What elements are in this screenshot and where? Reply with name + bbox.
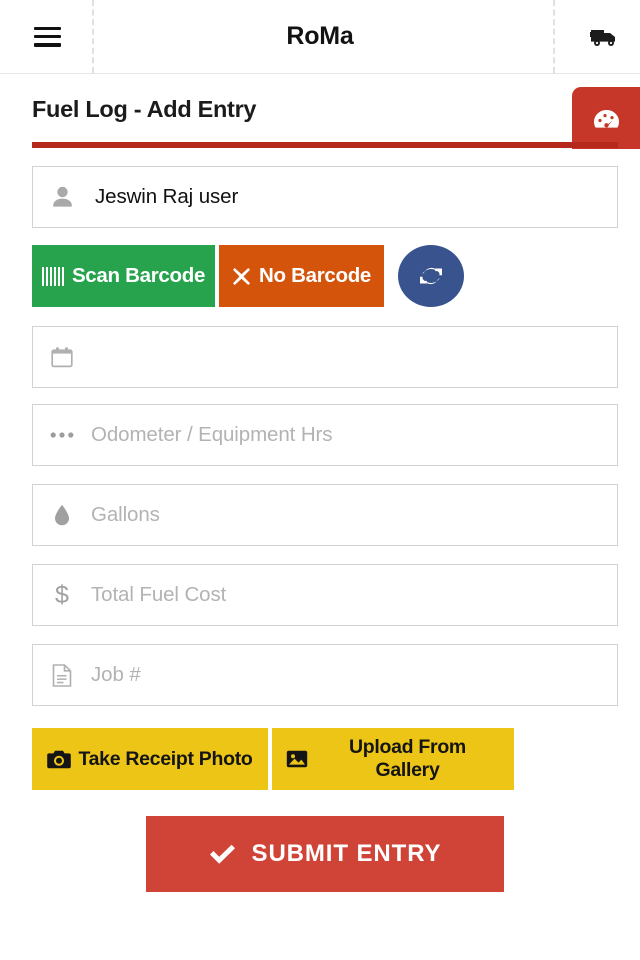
check-icon [209, 844, 236, 865]
take-receipt-photo-label: Take Receipt Photo [78, 747, 253, 770]
date-field[interactable] [32, 326, 618, 388]
odometer-placeholder: Odometer / Equipment Hrs [91, 423, 333, 446]
fuel-log-form: Jeswin Raj user Scan Barcode No Barcode [0, 166, 640, 892]
no-barcode-button[interactable]: No Barcode [219, 245, 384, 307]
job-number-field[interactable]: Job # [32, 644, 618, 706]
dashboard-gauge-icon [593, 108, 620, 129]
fuel-droplet-icon [33, 504, 91, 526]
ellipsis-icon [33, 431, 91, 439]
page-title: Fuel Log - Add Entry [32, 96, 257, 122]
gallons-field[interactable]: Gallons [32, 484, 618, 546]
barcode-actions-row: Scan Barcode No Barcode [32, 245, 618, 307]
page-title-bar: Fuel Log - Add Entry [0, 74, 640, 149]
no-barcode-label: No Barcode [258, 264, 372, 287]
truck-icon[interactable] [588, 20, 622, 54]
title-underline-rule [32, 142, 618, 148]
document-icon [33, 663, 91, 687]
dollar-sign-icon: $ [55, 580, 69, 609]
scan-barcode-button[interactable]: Scan Barcode [32, 245, 215, 307]
photo-actions-row: Take Receipt Photo Upload From Gallery [32, 728, 618, 790]
user-field[interactable]: Jeswin Raj user [32, 166, 618, 228]
close-x-icon [232, 267, 251, 286]
calendar-icon [33, 346, 91, 368]
barcode-icon [41, 266, 64, 286]
submit-row: SUBMIT ENTRY [32, 816, 618, 892]
total-fuel-cost-placeholder: Total Fuel Cost [91, 583, 227, 606]
dashboard-tab-button[interactable] [572, 87, 640, 149]
app-bar: RoMa [0, 0, 640, 74]
take-receipt-photo-button[interactable]: Take Receipt Photo [32, 728, 268, 790]
user-icon [33, 186, 91, 208]
upload-from-gallery-label: Upload From Gallery [349, 736, 466, 781]
refresh-button[interactable] [398, 245, 464, 307]
scan-barcode-label: Scan Barcode [71, 264, 206, 287]
image-icon [286, 749, 308, 769]
refresh-icon [419, 264, 443, 288]
gallons-placeholder: Gallons [91, 503, 160, 526]
submit-entry-button[interactable]: SUBMIT ENTRY [146, 816, 504, 892]
odometer-field[interactable]: Odometer / Equipment Hrs [32, 404, 618, 466]
camera-icon [47, 750, 72, 769]
user-value: Jeswin Raj user [95, 185, 239, 208]
job-number-placeholder: Job # [91, 663, 141, 686]
submit-entry-label: SUBMIT ENTRY [251, 840, 442, 867]
total-fuel-cost-field[interactable]: $ Total Fuel Cost [32, 564, 618, 626]
app-title: RoMa [286, 22, 354, 50]
upload-from-gallery-button[interactable]: Upload From Gallery [272, 728, 514, 790]
